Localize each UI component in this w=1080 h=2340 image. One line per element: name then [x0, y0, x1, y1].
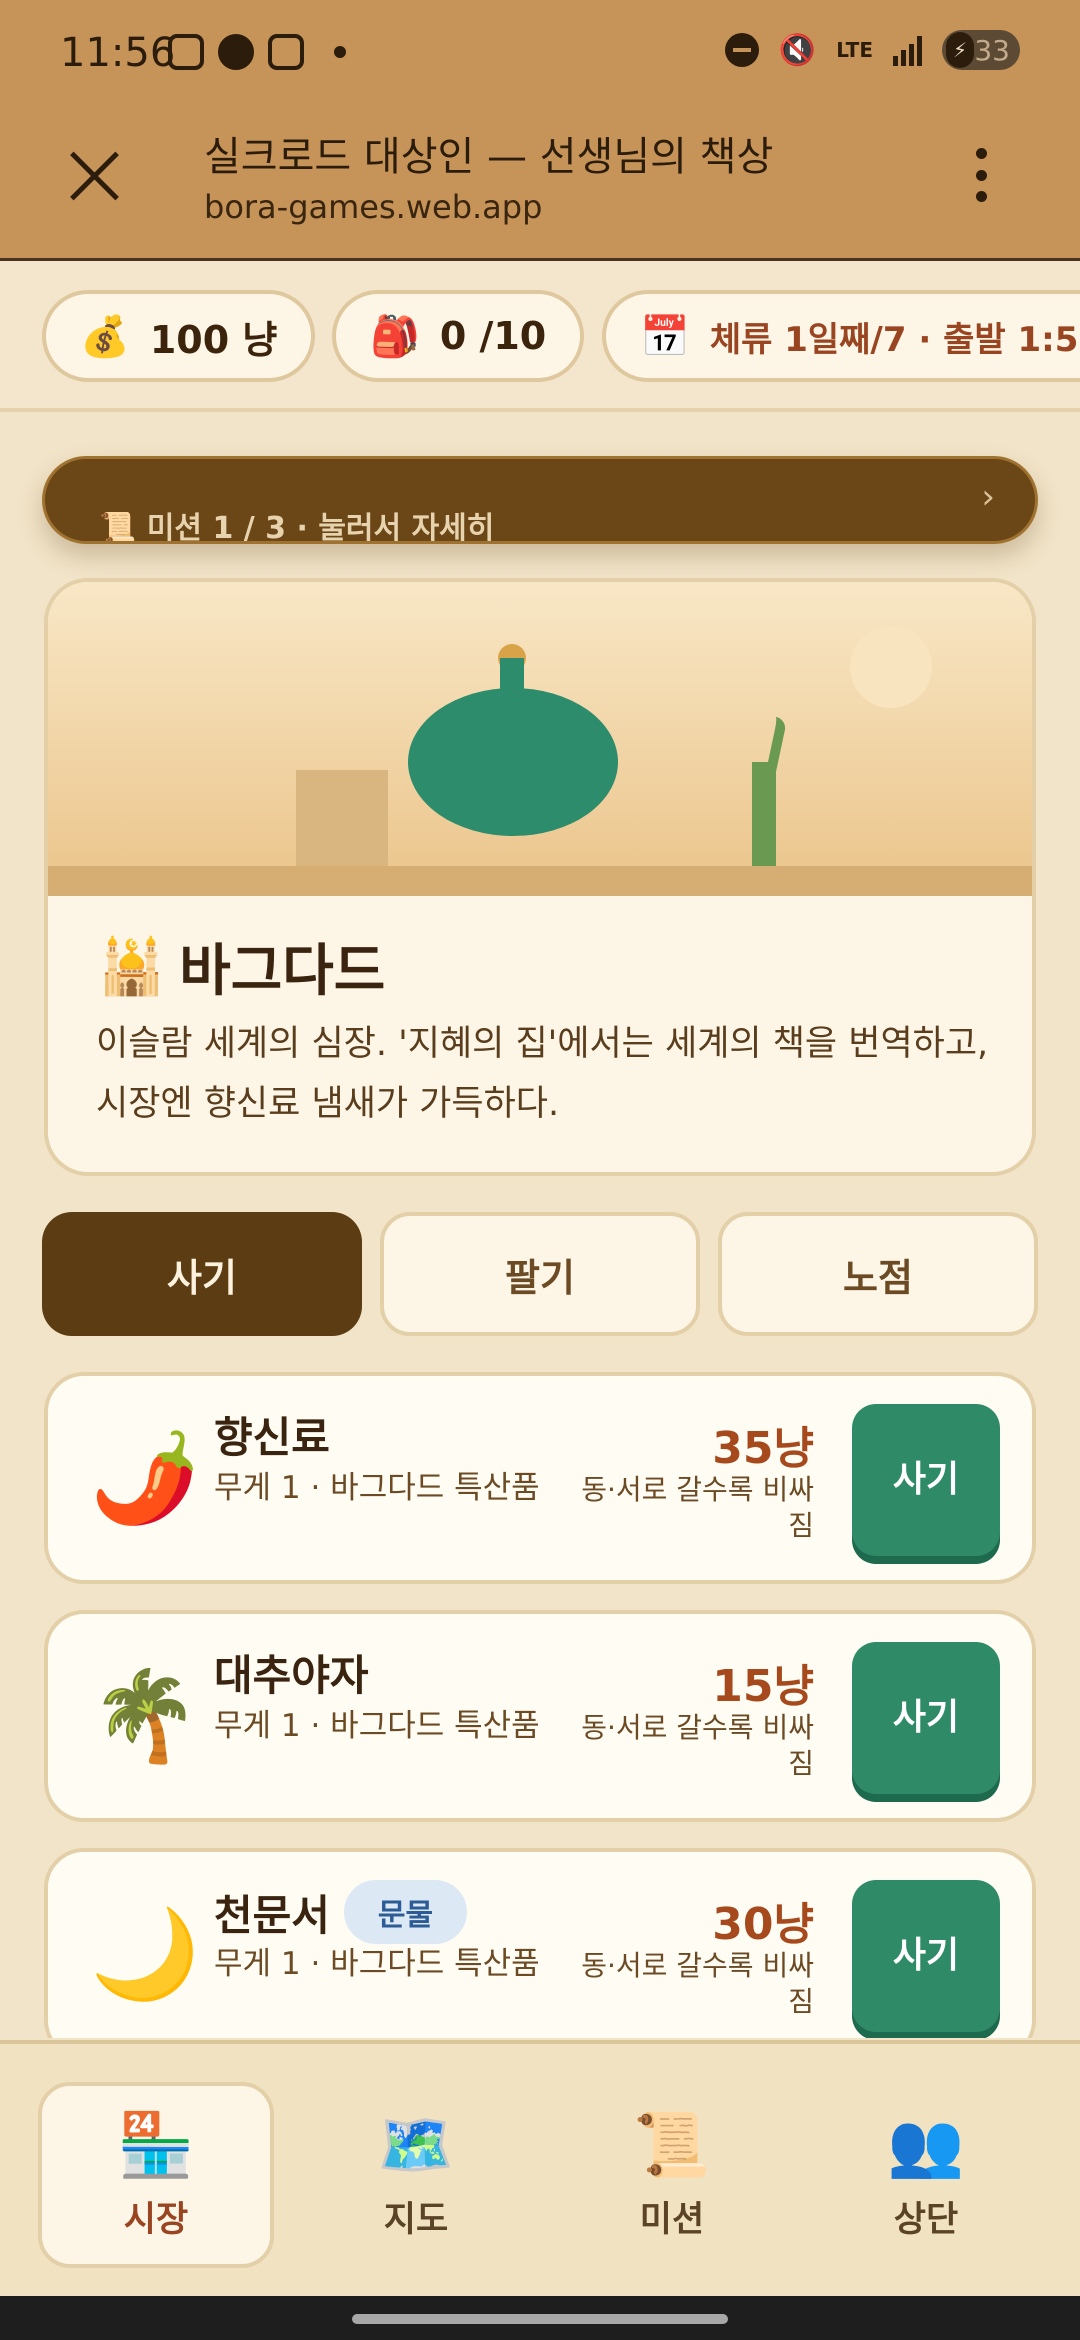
item-price-note: 동·서로 갈수록 비싸짐: [581, 1949, 814, 2018]
chevron-right-icon: ›: [981, 477, 995, 517]
chat-icon: [218, 34, 254, 70]
days-pill: 📅 체류 1일째/7 · 출발 1:55: [602, 290, 1080, 382]
item-name-text: 향신료: [214, 1413, 330, 1462]
city-name-text: 바그다드: [179, 939, 386, 1004]
buy-button[interactable]: 사기: [852, 1642, 1000, 1794]
scroll-icon: 📜: [633, 2107, 711, 2181]
store-icon: 🏪: [117, 2107, 195, 2181]
header-divider: [0, 258, 1080, 261]
crescent-moon-icon: 🌙: [90, 1902, 200, 2005]
money-value: 100 냥: [149, 317, 278, 362]
gesture-bar: [0, 2296, 1080, 2340]
ground-shape: [48, 866, 1032, 896]
mosque-icon: 🕌: [98, 934, 166, 998]
status-bar: 11:56 🔇 LTE 33: [0, 0, 1080, 110]
chili-pepper-icon: 🌶️: [90, 1426, 200, 1529]
status-time: 11:56: [60, 30, 176, 76]
item-subtitle: 무게 1 · 바그다드 특산품: [214, 1470, 540, 1506]
mission-banner[interactable]: 📜 미션 1 / 3 · 눌러서 자세히 ›: [42, 456, 1038, 544]
network-label: LTE: [836, 38, 873, 62]
item-name: 천문서 문물: [214, 1880, 468, 1944]
item-price: 30냥: [712, 1899, 814, 1950]
money-bag-icon: 💰: [80, 313, 130, 360]
tab-sell[interactable]: 팔기: [380, 1212, 700, 1336]
page-title: 실크로드 대상인 — 선생님의 책상: [204, 134, 774, 180]
mission-text: 📜 미션 1 / 3 · 눌러서 자세히: [99, 503, 495, 544]
capacity-value: 0 /10: [439, 314, 547, 358]
culture-badge: 문물: [343, 1880, 468, 1944]
backpack-icon: 🎒: [370, 313, 420, 360]
page-url: bora-games.web.app: [204, 188, 543, 226]
dome-shape: [408, 688, 618, 836]
minaret-shape: [752, 762, 776, 870]
scroll-icon: 📜: [99, 511, 137, 544]
more-options-icon[interactable]: [976, 148, 988, 202]
buy-button[interactable]: 사기: [852, 1404, 1000, 1556]
item-name: 대추야자: [214, 1642, 369, 1703]
nav-item-market[interactable]: 🏪 시장: [38, 2082, 274, 2268]
item-list: 🌶️ 향신료 무게 1 · 바그다드 특산품 35냥 동·서로 갈수록 비싸짐 …: [0, 1372, 1080, 2038]
list-item: 🌶️ 향신료 무게 1 · 바그다드 특산품 35냥 동·서로 갈수록 비싸짐 …: [44, 1372, 1036, 1584]
days-value: 체류 1일째/7 · 출발 1:55: [709, 319, 1080, 360]
list-item: 🌴 대추야자 무게 1 · 바그다드 특산품 15냥 동·서로 갈수록 비싸짐 …: [44, 1610, 1036, 1822]
screenshot-icon: [168, 34, 204, 70]
city-name: 🕌 바그다드: [98, 926, 385, 1007]
item-price: 15냥: [712, 1661, 814, 1712]
tab-buy[interactable]: 사기: [42, 1212, 362, 1336]
instagram-icon: [268, 34, 304, 70]
palm-tree-icon: 🌴: [90, 1664, 200, 1767]
money-pill: 💰 100 냥: [42, 290, 316, 382]
list-item: 🌙 천문서 문물 무게 1 · 바그다드 특산품 30냥 동·서로 갈수록 비싸…: [44, 1848, 1036, 2038]
signal-icon: [893, 34, 922, 66]
sun-shape: [850, 626, 932, 708]
city-card: 🕌 바그다드 이슬람 세계의 심장. '지혜의 집'에서는 세계의 책을 번역하…: [44, 578, 1036, 1176]
city-illustration: [48, 582, 1032, 896]
nav-label: 시장: [123, 2199, 189, 2240]
nav-label: 미션: [639, 2199, 705, 2240]
calendar-icon: 📅: [640, 313, 690, 360]
item-price-note: 동·서로 갈수록 비싸짐: [581, 1711, 814, 1780]
home-handle[interactable]: [352, 2314, 728, 2324]
mute-icon: 🔇: [778, 32, 817, 68]
nav-item-map[interactable]: 🗺️ 지도: [298, 2082, 534, 2268]
nav-label: 상단: [893, 2199, 959, 2240]
item-subtitle: 무게 1 · 바그다드 특산품: [214, 1708, 540, 1744]
bottom-nav: 🏪 시장 🗺️ 지도 📜 미션 👥 상단: [0, 2040, 1080, 2296]
mission-label: 미션 1 / 3 · 눌러서 자세히: [146, 511, 495, 544]
item-price-note: 동·서로 갈수록 비싸짐: [581, 1473, 814, 1542]
item-name: 향신료: [214, 1404, 330, 1465]
notification-icons: [168, 34, 346, 70]
system-icons: 🔇 LTE 33: [724, 30, 1020, 70]
battery-icon: 33: [942, 30, 1020, 70]
city-description: 이슬람 세계의 심장. '지혜의 집'에서는 세계의 책을 번역하고, 시장엔 …: [96, 1024, 989, 1124]
nav-label: 지도: [383, 2199, 449, 2240]
close-icon[interactable]: [66, 148, 122, 204]
do-not-disturb-icon: [724, 33, 759, 67]
people-icon: 👥: [887, 2107, 965, 2181]
building-shape: [296, 770, 388, 866]
battery-level: 33: [974, 33, 1010, 67]
item-name-text: 대추야자: [214, 1651, 369, 1700]
nav-item-mission[interactable]: 📜 미션: [554, 2082, 790, 2268]
item-name-text: 천문서: [214, 1890, 330, 1940]
browser-header: 11:56 🔇 LTE 33 실크로드 대상인 — 선생님의 책상 bora-g…: [0, 0, 1080, 261]
map-icon: 🗺️: [377, 2107, 455, 2181]
nav-item-caravan[interactable]: 👥 상단: [808, 2082, 1044, 2268]
buy-button[interactable]: 사기: [852, 1880, 1000, 2032]
item-price: 35냥: [712, 1423, 814, 1474]
capacity-pill: 🎒 0 /10: [332, 290, 585, 382]
item-subtitle: 무게 1 · 바그다드 특산품: [214, 1946, 540, 1982]
tab-stall[interactable]: 노점: [718, 1212, 1038, 1336]
more-notifications-dot: [334, 46, 346, 58]
stats-row: 💰 100 냥 🎒 0 /10 📅 체류 1일째/7 · 출발 1:55: [0, 262, 1080, 412]
